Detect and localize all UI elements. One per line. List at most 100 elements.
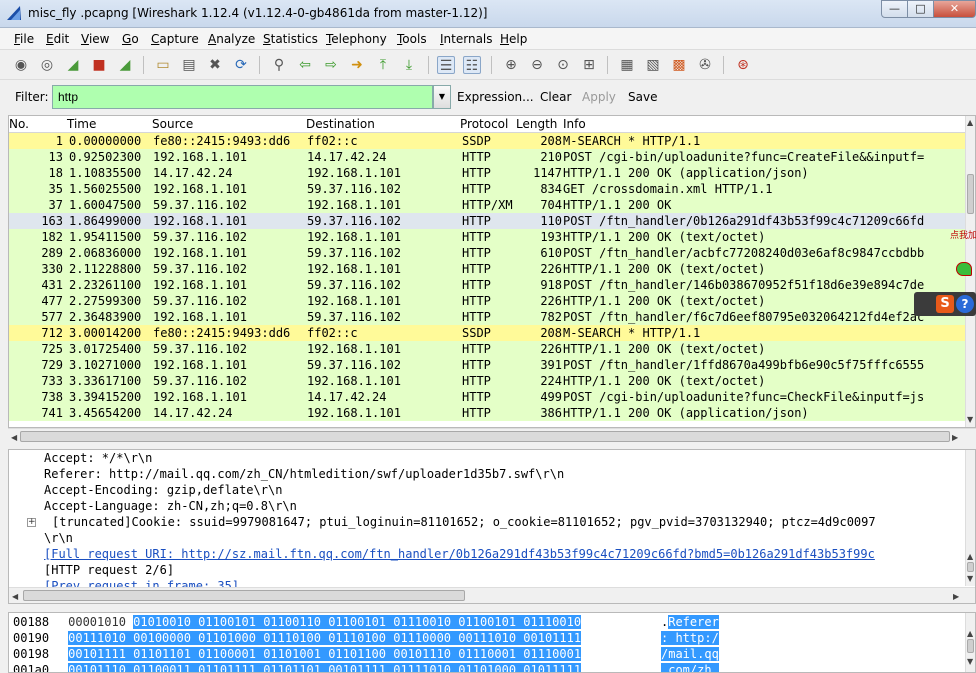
scroll-up-icon[interactable]: ▲: [967, 552, 973, 561]
apply-button[interactable]: Apply: [582, 90, 616, 104]
clear-button[interactable]: Clear: [540, 90, 571, 104]
packet-row[interactable]: 330 2.11228800 59.37.116.102 192.168.1.101 H…: [9, 261, 969, 277]
stop-capture-icon[interactable]: ■: [90, 56, 108, 74]
column-header-no[interactable]: No.: [9, 117, 29, 131]
minimize-button[interactable]: —: [881, 0, 908, 18]
go-to-packet-icon[interactable]: ➜: [348, 56, 366, 74]
detail-line-request-count[interactable]: [HTTP request 2/6]: [44, 562, 174, 578]
packet-row[interactable]: 741 3.45654200 14.17.42.24 192.168.1.101 HTT…: [9, 405, 969, 421]
detail-line-referer[interactable]: Referer: http://mail.qq.com/zh_CN/htmled…: [44, 466, 564, 482]
menu-analyze[interactable]: Analyze: [208, 32, 255, 46]
scroll-down-icon[interactable]: ▼: [967, 657, 973, 666]
find-packet-icon[interactable]: ⚲: [270, 56, 288, 74]
scroll-thumb[interactable]: [967, 639, 974, 653]
save-filter-button[interactable]: Save: [628, 90, 657, 104]
packet-row[interactable]: 725 3.01725400 59.37.116.102 192.168.1.101 H…: [9, 341, 969, 357]
packet-row[interactable]: 729 3.10271000 192.168.1.101 59.37.116.102 H…: [9, 357, 969, 373]
display-filters-icon[interactable]: ▧: [644, 56, 662, 74]
interface-list-icon[interactable]: ◉: [12, 56, 30, 74]
go-forward-icon[interactable]: ⇨: [322, 56, 340, 74]
side-floating-widget[interactable]: 点我加 S ?: [914, 228, 976, 318]
column-header-protocol[interactable]: Protocol: [460, 117, 508, 131]
column-header-destination[interactable]: Destination: [306, 117, 375, 131]
packet-row[interactable]: 712 3.00014200 fe80::2415:9493:dd6 ff02::c S…: [9, 325, 969, 341]
scroll-up-icon[interactable]: ▲: [967, 118, 973, 127]
expression-button[interactable]: Expression...: [457, 90, 534, 104]
bytes-row[interactable]: 00190 00111010 00100000 01101000 01110100…: [13, 630, 582, 646]
go-first-icon[interactable]: ⤒: [374, 56, 392, 74]
reload-icon[interactable]: ⟳: [232, 56, 250, 74]
packet-row[interactable]: 431 2.23261100 192.168.1.101 59.37.116.102 H…: [9, 277, 969, 293]
column-header-info[interactable]: Info: [563, 117, 586, 131]
preferences-icon[interactable]: ✇: [696, 56, 714, 74]
maximize-button[interactable]: □: [907, 0, 934, 18]
restart-capture-icon[interactable]: ◢: [116, 56, 134, 74]
packet-row[interactable]: 13 0.92502300 192.168.1.101 14.17.42.24 HTTP…: [9, 149, 969, 165]
column-header-time[interactable]: Time: [67, 117, 96, 131]
help-bubble-icon[interactable]: ?: [956, 295, 974, 313]
packet-list-hscrollbar[interactable]: ◀ ▶: [8, 428, 976, 446]
auto-scroll-icon[interactable]: ☷: [463, 56, 481, 74]
packet-row[interactable]: 35 1.56025500 192.168.1.101 59.37.116.102 HT…: [9, 181, 969, 197]
details-vscrollbar[interactable]: ▲ ▼: [965, 450, 975, 586]
packet-row[interactable]: 577 2.36483900 192.168.1.101 59.37.116.102 H…: [9, 309, 969, 325]
packet-row[interactable]: 18 1.10835500 14.17.42.24 192.168.1.101 HTTP…: [9, 165, 969, 181]
menu-help[interactable]: Help: [500, 32, 527, 46]
resize-columns-icon[interactable]: ⊞: [580, 56, 598, 74]
scroll-down-icon[interactable]: ▼: [967, 415, 973, 424]
filter-dropdown-button[interactable]: ▼: [433, 85, 451, 109]
details-hscrollbar[interactable]: ◀ ▶: [9, 587, 975, 603]
menu-statistics[interactable]: Statistics: [263, 32, 318, 46]
bytes-ascii[interactable]: .Referer: [661, 614, 719, 630]
packet-row[interactable]: 163 1.86499000 192.168.1.101 59.37.116.102 H…: [9, 213, 969, 229]
menu-view[interactable]: View: [81, 32, 109, 46]
menu-capture[interactable]: Capture: [151, 32, 199, 46]
bytes-row[interactable]: 001a0 00101110 01100011 01101111 01101101…: [13, 662, 582, 672]
scroll-thumb[interactable]: [967, 562, 974, 572]
scroll-thumb[interactable]: [23, 590, 465, 601]
packet-row[interactable]: 733 3.33617100 59.37.116.102 192.168.1.101 H…: [9, 373, 969, 389]
filter-input[interactable]: http: [52, 85, 433, 109]
packet-row[interactable]: 37 1.60047500 59.37.116.102 192.168.1.101 HT…: [9, 197, 969, 213]
scroll-thumb[interactable]: [20, 431, 950, 442]
column-header-length[interactable]: Length: [516, 117, 557, 131]
bytes-ascii[interactable]: : http:/: [661, 630, 719, 646]
close-file-icon[interactable]: ✖: [206, 56, 224, 74]
expand-icon[interactable]: +: [27, 518, 36, 527]
help-icon[interactable]: ⊛: [734, 56, 752, 74]
save-file-icon[interactable]: ▤: [180, 56, 198, 74]
scroll-up-icon[interactable]: ▲: [967, 629, 973, 638]
menu-go[interactable]: Go: [122, 32, 139, 46]
zoom-out-icon[interactable]: ⊖: [528, 56, 546, 74]
scroll-left-icon[interactable]: ◀: [11, 433, 17, 442]
normal-size-icon[interactable]: ⊙: [554, 56, 572, 74]
coloring-rules-icon[interactable]: ▩: [670, 56, 688, 74]
scroll-thumb[interactable]: [967, 174, 974, 214]
packet-row[interactable]: 289 2.06836000 192.168.1.101 59.37.116.102 H…: [9, 245, 969, 261]
packet-row[interactable]: 738 3.39415200 192.168.1.101 14.17.42.24 HTT…: [9, 389, 969, 405]
sogou-icon[interactable]: S: [936, 295, 954, 313]
scroll-down-icon[interactable]: ▼: [967, 574, 973, 583]
detail-line-cookie[interactable]: [truncated]Cookie: ssuid=9979081647; ptu…: [52, 514, 876, 530]
capture-filters-icon[interactable]: ▦: [618, 56, 636, 74]
menu-file[interactable]: File: [14, 32, 34, 46]
scroll-left-icon[interactable]: ◀: [12, 592, 18, 601]
colorize-icon[interactable]: ☰: [437, 56, 455, 74]
detail-line-full-uri[interactable]: [Full request URI: http://sz.mail.ftn.qq…: [44, 546, 875, 562]
zoom-in-icon[interactable]: ⊕: [502, 56, 520, 74]
capture-options-icon[interactable]: ◎: [38, 56, 56, 74]
open-file-icon[interactable]: ▭: [154, 56, 172, 74]
go-back-icon[interactable]: ⇦: [296, 56, 314, 74]
bytes-vscrollbar[interactable]: ▲ ▼: [965, 613, 975, 672]
bytes-row[interactable]: 00188 00001010 01010010 01100101 01100110…: [13, 614, 582, 630]
detail-line-crlf[interactable]: \r\n: [44, 530, 73, 546]
scroll-right-icon[interactable]: ▶: [952, 433, 958, 442]
bytes-row[interactable]: 00198 00101111 01101101 01100001 01101001…: [13, 646, 582, 662]
go-last-icon[interactable]: ⤓: [400, 56, 418, 74]
bytes-ascii[interactable]: .com/zh_: [661, 662, 719, 672]
detail-line-accept[interactable]: Accept: */*\r\n: [44, 450, 152, 466]
packet-row[interactable]: 182 1.95411500 59.37.116.102 192.168.1.101 H…: [9, 229, 969, 245]
detail-line-accept-encoding[interactable]: Accept-Encoding: gzip,deflate\r\n: [44, 482, 282, 498]
menu-edit[interactable]: Edit: [46, 32, 69, 46]
column-header-source[interactable]: Source: [152, 117, 193, 131]
